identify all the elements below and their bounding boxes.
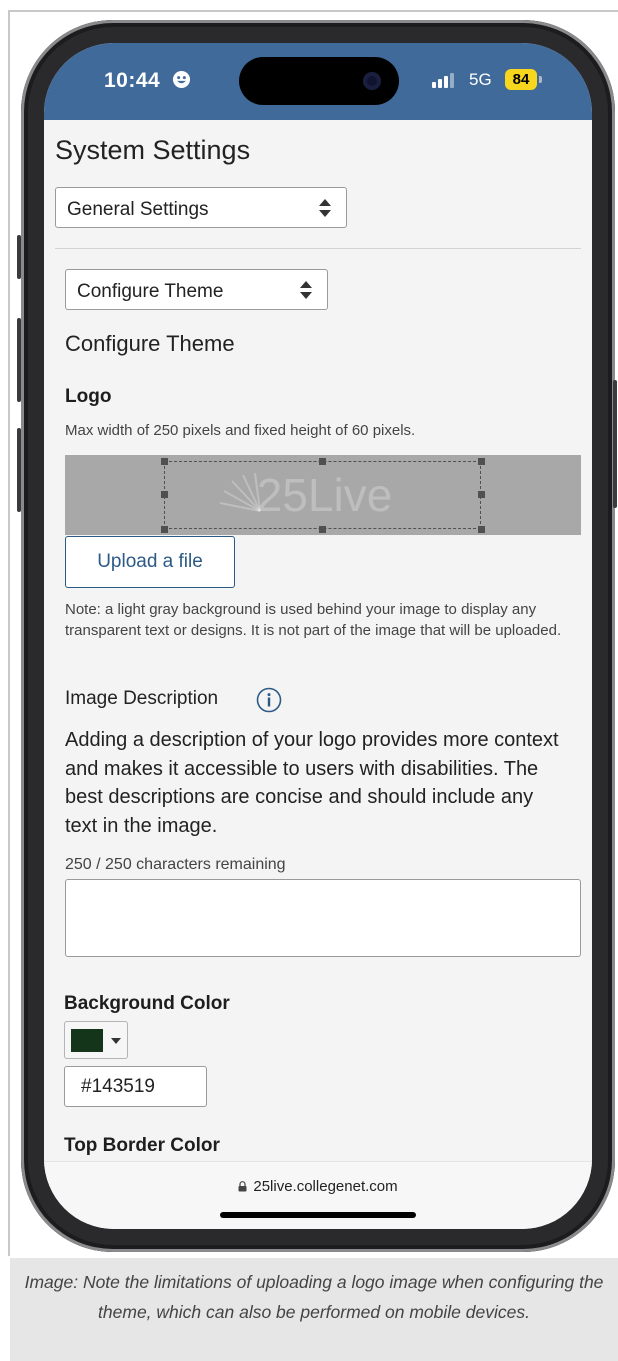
- crop-handle[interactable]: [478, 526, 485, 533]
- background-color-heading: Background Color: [64, 993, 230, 1014]
- upload-file-button[interactable]: Upload a file: [65, 536, 235, 588]
- mute-switch: [17, 235, 21, 279]
- image-caption: Image: Note the limitations of uploading…: [10, 1258, 618, 1361]
- theme-option-value: Configure Theme: [77, 281, 224, 302]
- status-bar: 10:44 5G 84: [44, 43, 592, 120]
- characters-remaining: 250 / 250 characters remaining: [65, 856, 286, 873]
- power-button: [613, 380, 617, 508]
- phone-screen: 10:44 5G 84 System Settings General Sett…: [44, 43, 592, 1229]
- info-icon[interactable]: [256, 687, 282, 713]
- link-underline-fragment: [518, 119, 552, 120]
- background-color-hex-input[interactable]: #143519: [64, 1066, 207, 1107]
- top-border-color-heading: Top Border Color: [64, 1135, 220, 1156]
- volume-down-button: [17, 428, 21, 512]
- select-arrows-icon: [319, 199, 331, 217]
- logo-size-hint: Max width of 250 pixels and fixed height…: [65, 422, 416, 439]
- logo-crop-box[interactable]: [164, 461, 481, 529]
- image-description-label: Image Description: [65, 688, 219, 709]
- color-swatch: [71, 1029, 103, 1052]
- crop-handle[interactable]: [319, 458, 326, 465]
- battery-tip-icon: [539, 76, 542, 83]
- dynamic-island: [239, 57, 399, 105]
- settings-category-select[interactable]: General Settings: [55, 187, 347, 228]
- section-title: Configure Theme: [65, 331, 235, 356]
- image-description-help: Adding a description of your logo provid…: [65, 729, 559, 837]
- logo-background-note: Note: a light gray background is used be…: [65, 601, 562, 639]
- settings-category-value: General Settings: [67, 199, 209, 220]
- status-time: 10:44: [104, 69, 161, 92]
- browser-url-row[interactable]: 25live.collegenet.com: [44, 1178, 592, 1195]
- theme-option-select[interactable]: Configure Theme: [65, 269, 328, 310]
- lock-icon: [238, 1181, 247, 1192]
- crop-handle[interactable]: [161, 526, 168, 533]
- crop-handle[interactable]: [161, 458, 168, 465]
- volume-up-button: [17, 318, 21, 402]
- network-type: 5G: [469, 70, 492, 89]
- battery-level: 84: [505, 69, 537, 90]
- front-camera-icon: [363, 72, 381, 90]
- crop-handle[interactable]: [478, 458, 485, 465]
- image-description-textarea[interactable]: [65, 879, 581, 957]
- background-color-picker[interactable]: [64, 1021, 128, 1059]
- logo-preview: 25Live: [65, 455, 581, 535]
- select-arrows-icon: [300, 281, 312, 299]
- browser-url: 25live.collegenet.com: [253, 1178, 398, 1195]
- smiley-face-icon: [172, 70, 191, 89]
- home-indicator[interactable]: [220, 1212, 416, 1218]
- crop-handle[interactable]: [319, 526, 326, 533]
- crop-handle[interactable]: [478, 491, 485, 498]
- crop-handle[interactable]: [161, 491, 168, 498]
- logo-heading: Logo: [65, 386, 112, 407]
- browser-address-bar[interactable]: 25live.collegenet.com: [44, 1161, 592, 1229]
- section-divider: [55, 248, 581, 249]
- chevron-down-icon: [111, 1038, 121, 1044]
- page-title: System Settings: [55, 135, 251, 165]
